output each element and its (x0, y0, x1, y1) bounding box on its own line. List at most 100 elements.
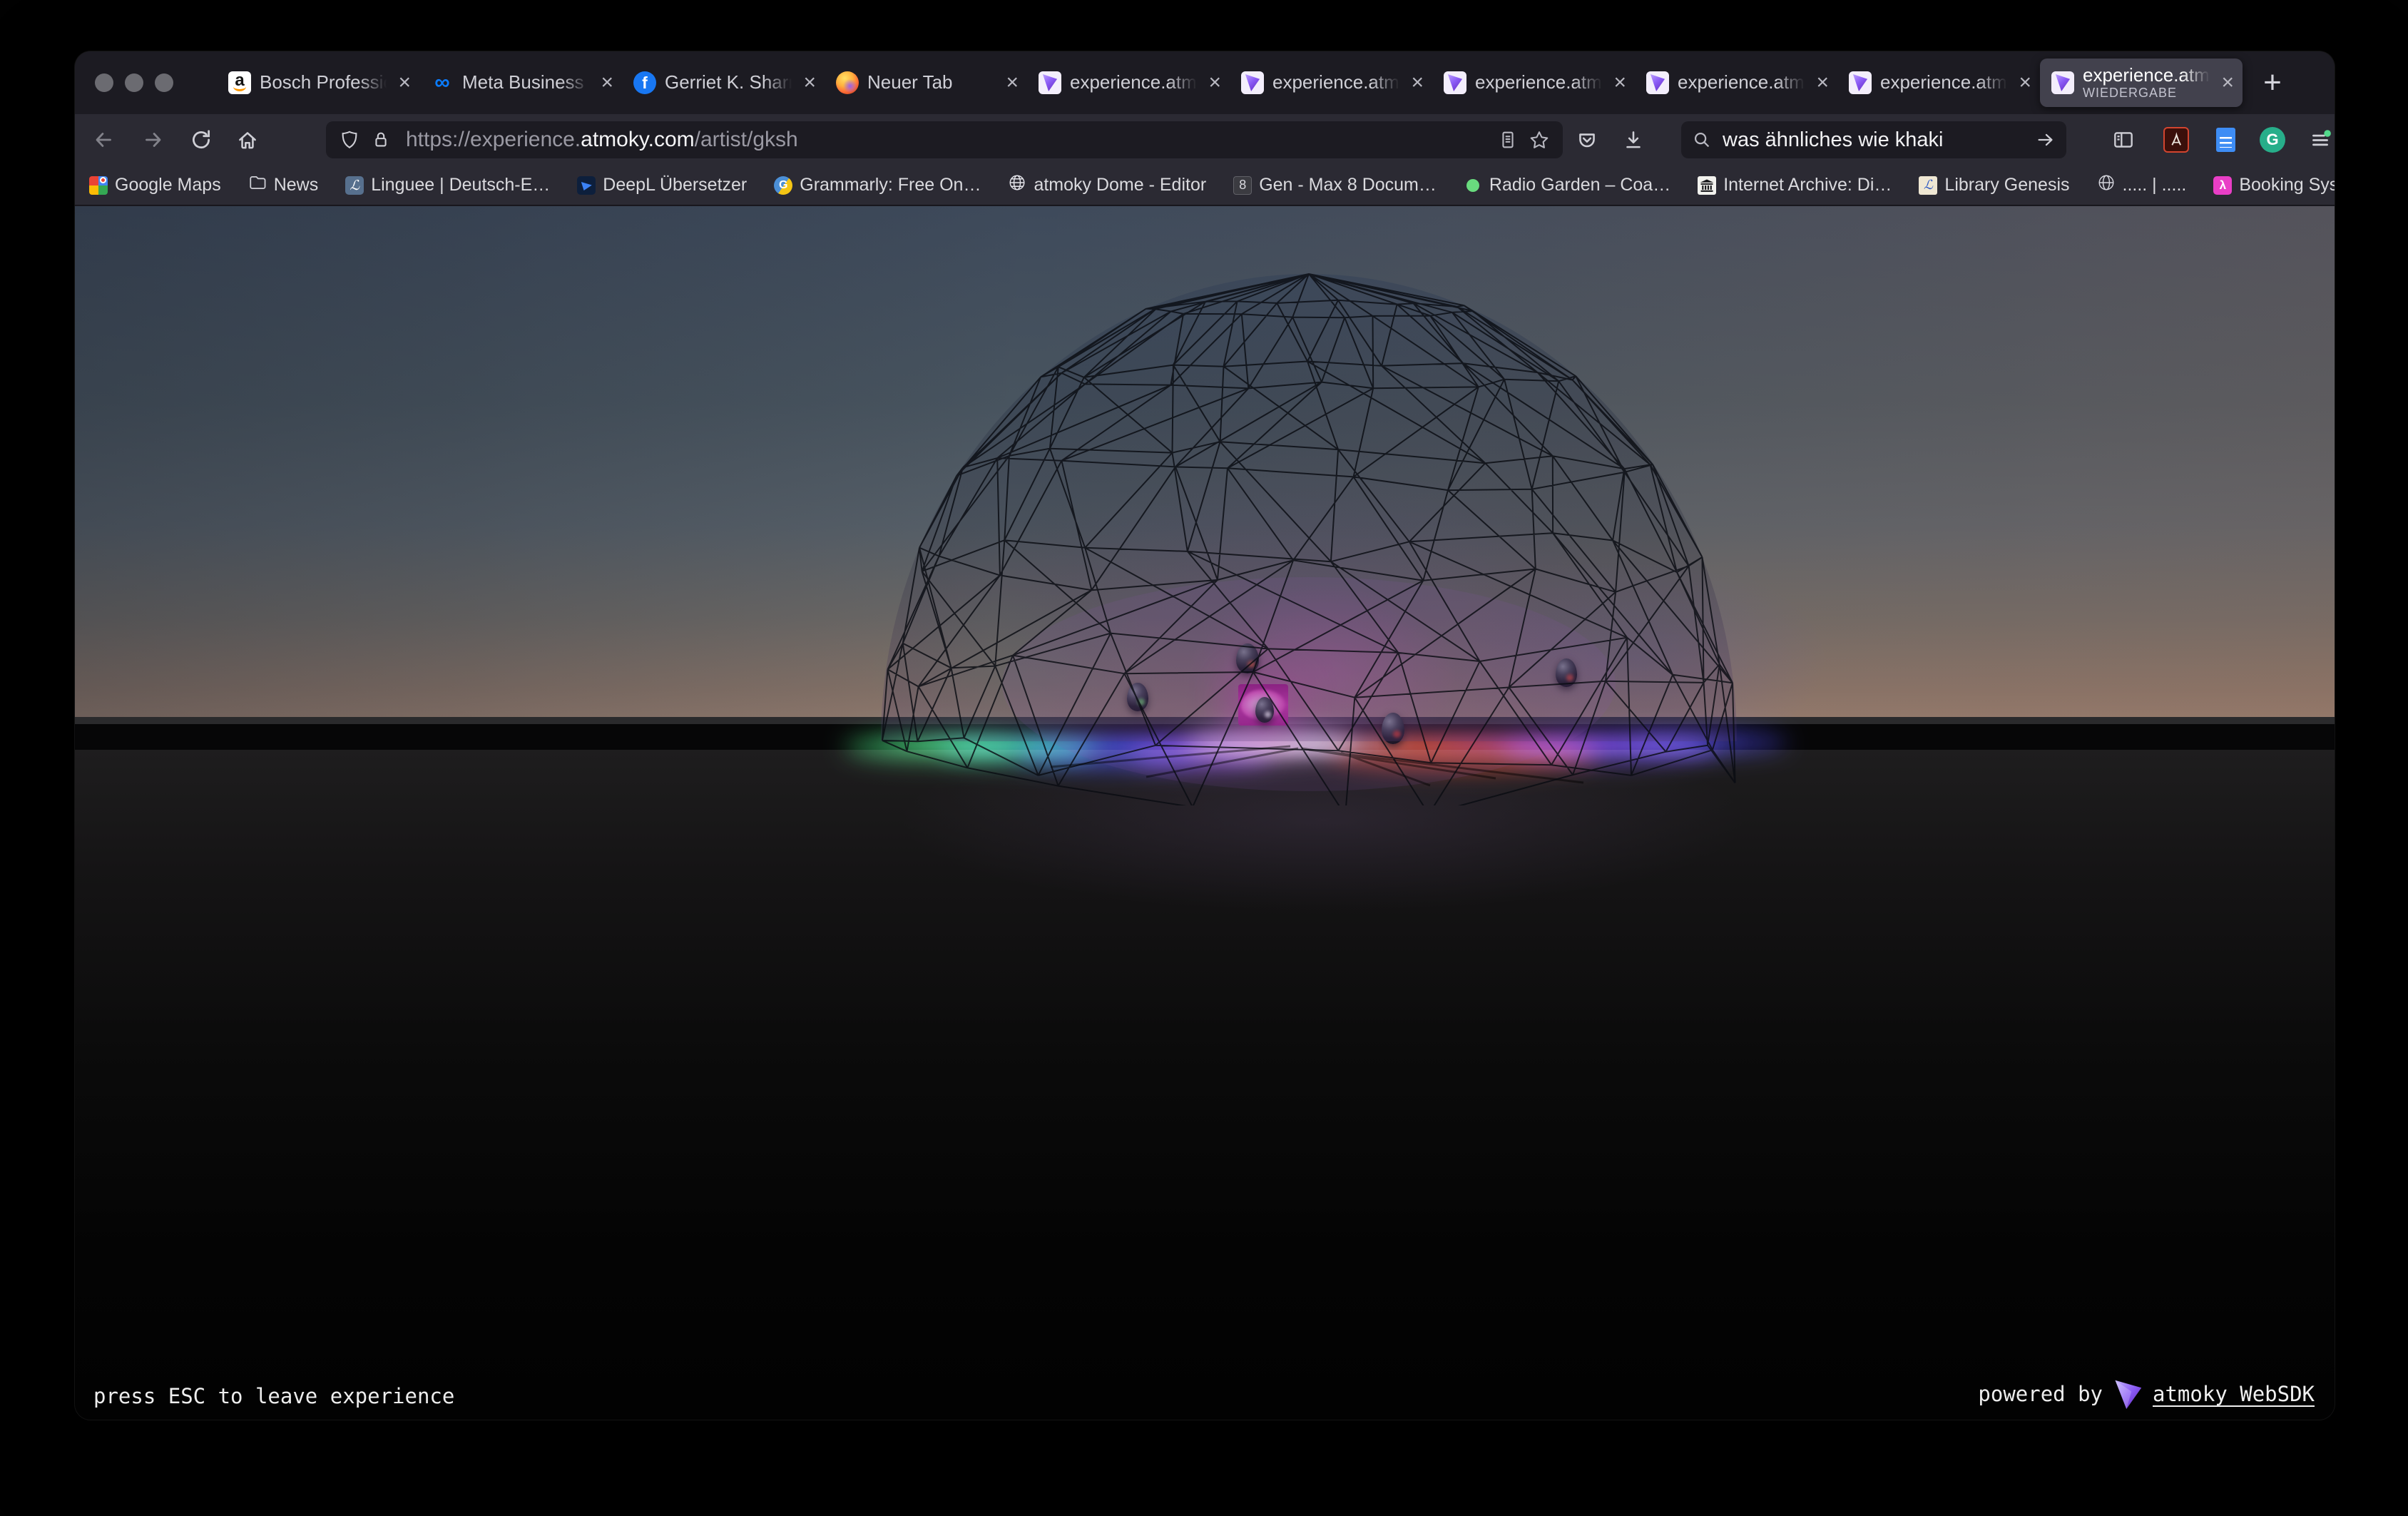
maximize-window-button[interactable] (155, 73, 173, 92)
url-bar[interactable]: https://experience.atmoky.com/artist/gks… (326, 121, 1563, 158)
tab-bar: a Bosch Professiona × ∞ Meta Business Su… (75, 51, 2335, 114)
tab-title: experience.atmoky (1880, 72, 2010, 93)
meta-favicon: ∞ (431, 71, 454, 94)
libgen-icon: ℒ (1919, 176, 1937, 195)
window-controls (95, 73, 173, 92)
facebook-favicon: f (633, 71, 656, 94)
atmoky-favicon (1849, 71, 1872, 94)
tab-title: experience.atmoky (1475, 72, 1605, 93)
bookmarks-toolbar: Google Maps News ℒ Linguee | Deutsch-E… … (75, 166, 2335, 205)
atmoky-favicon (2051, 71, 2074, 94)
home-icon[interactable] (233, 126, 262, 154)
atmoky-favicon (1444, 71, 1466, 94)
gen-max-icon: 8 (1233, 176, 1252, 195)
bookmark-item[interactable]: ..... | ..... (2097, 173, 2187, 197)
google-maps-icon (89, 176, 108, 195)
tab[interactable]: experience.atmoky × (1432, 58, 1635, 107)
tab-title: Bosch Professiona (260, 72, 389, 93)
pocket-icon[interactable] (1573, 126, 1601, 154)
reader-mode-icon[interactable] (1497, 129, 1519, 151)
forward-icon[interactable] (139, 126, 168, 154)
lock-icon[interactable] (370, 129, 392, 151)
deepl-icon (577, 176, 596, 195)
tab[interactable]: experience.atmoky × (1837, 58, 2040, 107)
linguee-icon: ℒ (345, 176, 364, 195)
sidebar-toggle-icon[interactable] (2109, 126, 2138, 154)
tab-title: experience.atmoky (1678, 72, 1807, 93)
tab[interactable]: Neuer Tab × (825, 58, 1027, 107)
tab[interactable]: experience.atmoky × (1230, 58, 1432, 107)
navigation-toolbar: https://experience.atmoky.com/artist/gks… (75, 114, 2335, 166)
bookmark-item[interactable]: Internet Archive: Di… (1698, 175, 1892, 195)
search-input[interactable] (1721, 128, 2026, 153)
green-dot-icon (1464, 176, 1482, 195)
tab-title: experience.atmoky (1070, 72, 1200, 93)
bookmark-item[interactable]: Radio Garden – Coa… (1464, 175, 1670, 195)
tab[interactable]: a Bosch Professiona × (217, 58, 419, 107)
acrobat-extension-icon[interactable] (2162, 126, 2190, 154)
tab-title: Gerriet K. Sharma (665, 72, 795, 93)
new-tab-button[interactable]: + (2252, 63, 2293, 103)
atmoky-favicon (1039, 71, 1061, 94)
globe-wireframe-icon (1008, 173, 1026, 197)
atmoky-logo-icon (2113, 1377, 2143, 1411)
menu-hamburger-icon[interactable] (2306, 126, 2335, 154)
tab[interactable]: experience.atmoky × (1635, 58, 1837, 107)
downloads-icon[interactable] (1619, 126, 1648, 154)
geodesic-dome (881, 249, 1737, 805)
reload-icon[interactable] (187, 126, 215, 154)
back-icon[interactable] (89, 126, 118, 154)
bookmark-item[interactable]: 8 Gen - Max 8 Docum… (1233, 175, 1437, 195)
tab-close-icon[interactable]: × (2019, 72, 2031, 93)
tab[interactable]: ∞ Meta Business Suit × (419, 58, 622, 107)
amazon-favicon: a (228, 71, 251, 94)
bookmark-item[interactable]: News (248, 173, 319, 197)
tab-title: Meta Business Suit (462, 72, 592, 93)
esc-hint: press ESC to leave experience (93, 1384, 454, 1408)
bookmark-item[interactable]: ℒ Library Genesis (1919, 175, 2069, 195)
tab-close-icon[interactable]: × (2221, 72, 2234, 93)
tab-close-icon[interactable]: × (1816, 72, 1829, 93)
grammarly-extension-icon[interactable]: G (2258, 126, 2287, 154)
websdk-link[interactable]: atmoky WebSDK (2153, 1382, 2315, 1406)
tab-close-icon[interactable]: × (1006, 72, 1019, 93)
search-bar[interactable] (1681, 121, 2066, 158)
tab[interactable]: experience.atmoky × (1027, 58, 1230, 107)
desktop: a Bosch Professiona × ∞ Meta Business Su… (0, 0, 2408, 1516)
tab[interactable]: f Gerriet K. Sharma × (622, 58, 825, 107)
search-icon (1691, 129, 1713, 151)
tab-strip: a Bosch Professiona × ∞ Meta Business Su… (217, 58, 2243, 107)
tab-close-icon[interactable]: × (1613, 72, 1626, 93)
url-text: https://experience.atmoky.com/artist/gks… (406, 128, 1487, 152)
bookmark-item[interactable]: ℒ Linguee | Deutsch-E… (345, 175, 550, 195)
bookmark-item[interactable]: λ Booking System - C… (2213, 175, 2335, 195)
browser-window: a Bosch Professiona × ∞ Meta Business Su… (75, 51, 2335, 1420)
atmoky-favicon (1646, 71, 1669, 94)
tab-title: experience.atmoky (2083, 65, 2213, 86)
bookmark-item[interactable]: G Grammarly: Free On… (774, 175, 981, 195)
minimize-window-button[interactable] (125, 73, 143, 92)
tab[interactable]: experience.atmoky WIEDERGABE × (2040, 58, 2243, 107)
booking-icon: λ (2213, 176, 2232, 195)
globe-icon (2097, 173, 2116, 197)
bookmark-item[interactable]: Google Maps (89, 175, 221, 195)
tab-close-icon[interactable]: × (1411, 72, 1424, 93)
tab-media-status: WIEDERGABE (2083, 86, 2213, 100)
tab-close-icon[interactable]: × (803, 72, 816, 93)
tracking-protection-shield-icon[interactable] (339, 129, 360, 151)
firefox-favicon (836, 71, 859, 94)
bookmark-star-icon[interactable] (1529, 129, 1550, 151)
web-content: press ESC to leave experience powered by… (75, 206, 2335, 1420)
tab-close-icon[interactable]: × (398, 72, 411, 93)
tab-title: Neuer Tab (867, 72, 997, 93)
tab-close-icon[interactable]: × (1208, 72, 1221, 93)
close-window-button[interactable] (95, 73, 113, 92)
gdocs-extension-icon[interactable] (2211, 126, 2240, 154)
archive-icon (1698, 176, 1716, 195)
atmoky-favicon (1241, 71, 1264, 94)
bookmark-item[interactable]: DeepL Übersetzer (577, 175, 747, 195)
search-go-arrow-icon[interactable] (2035, 129, 2056, 151)
bookmark-item[interactable]: atmoky Dome - Editor (1008, 173, 1206, 197)
powered-by: powered by atmoky WebSDK (1978, 1377, 2315, 1411)
tab-close-icon[interactable]: × (601, 72, 613, 93)
